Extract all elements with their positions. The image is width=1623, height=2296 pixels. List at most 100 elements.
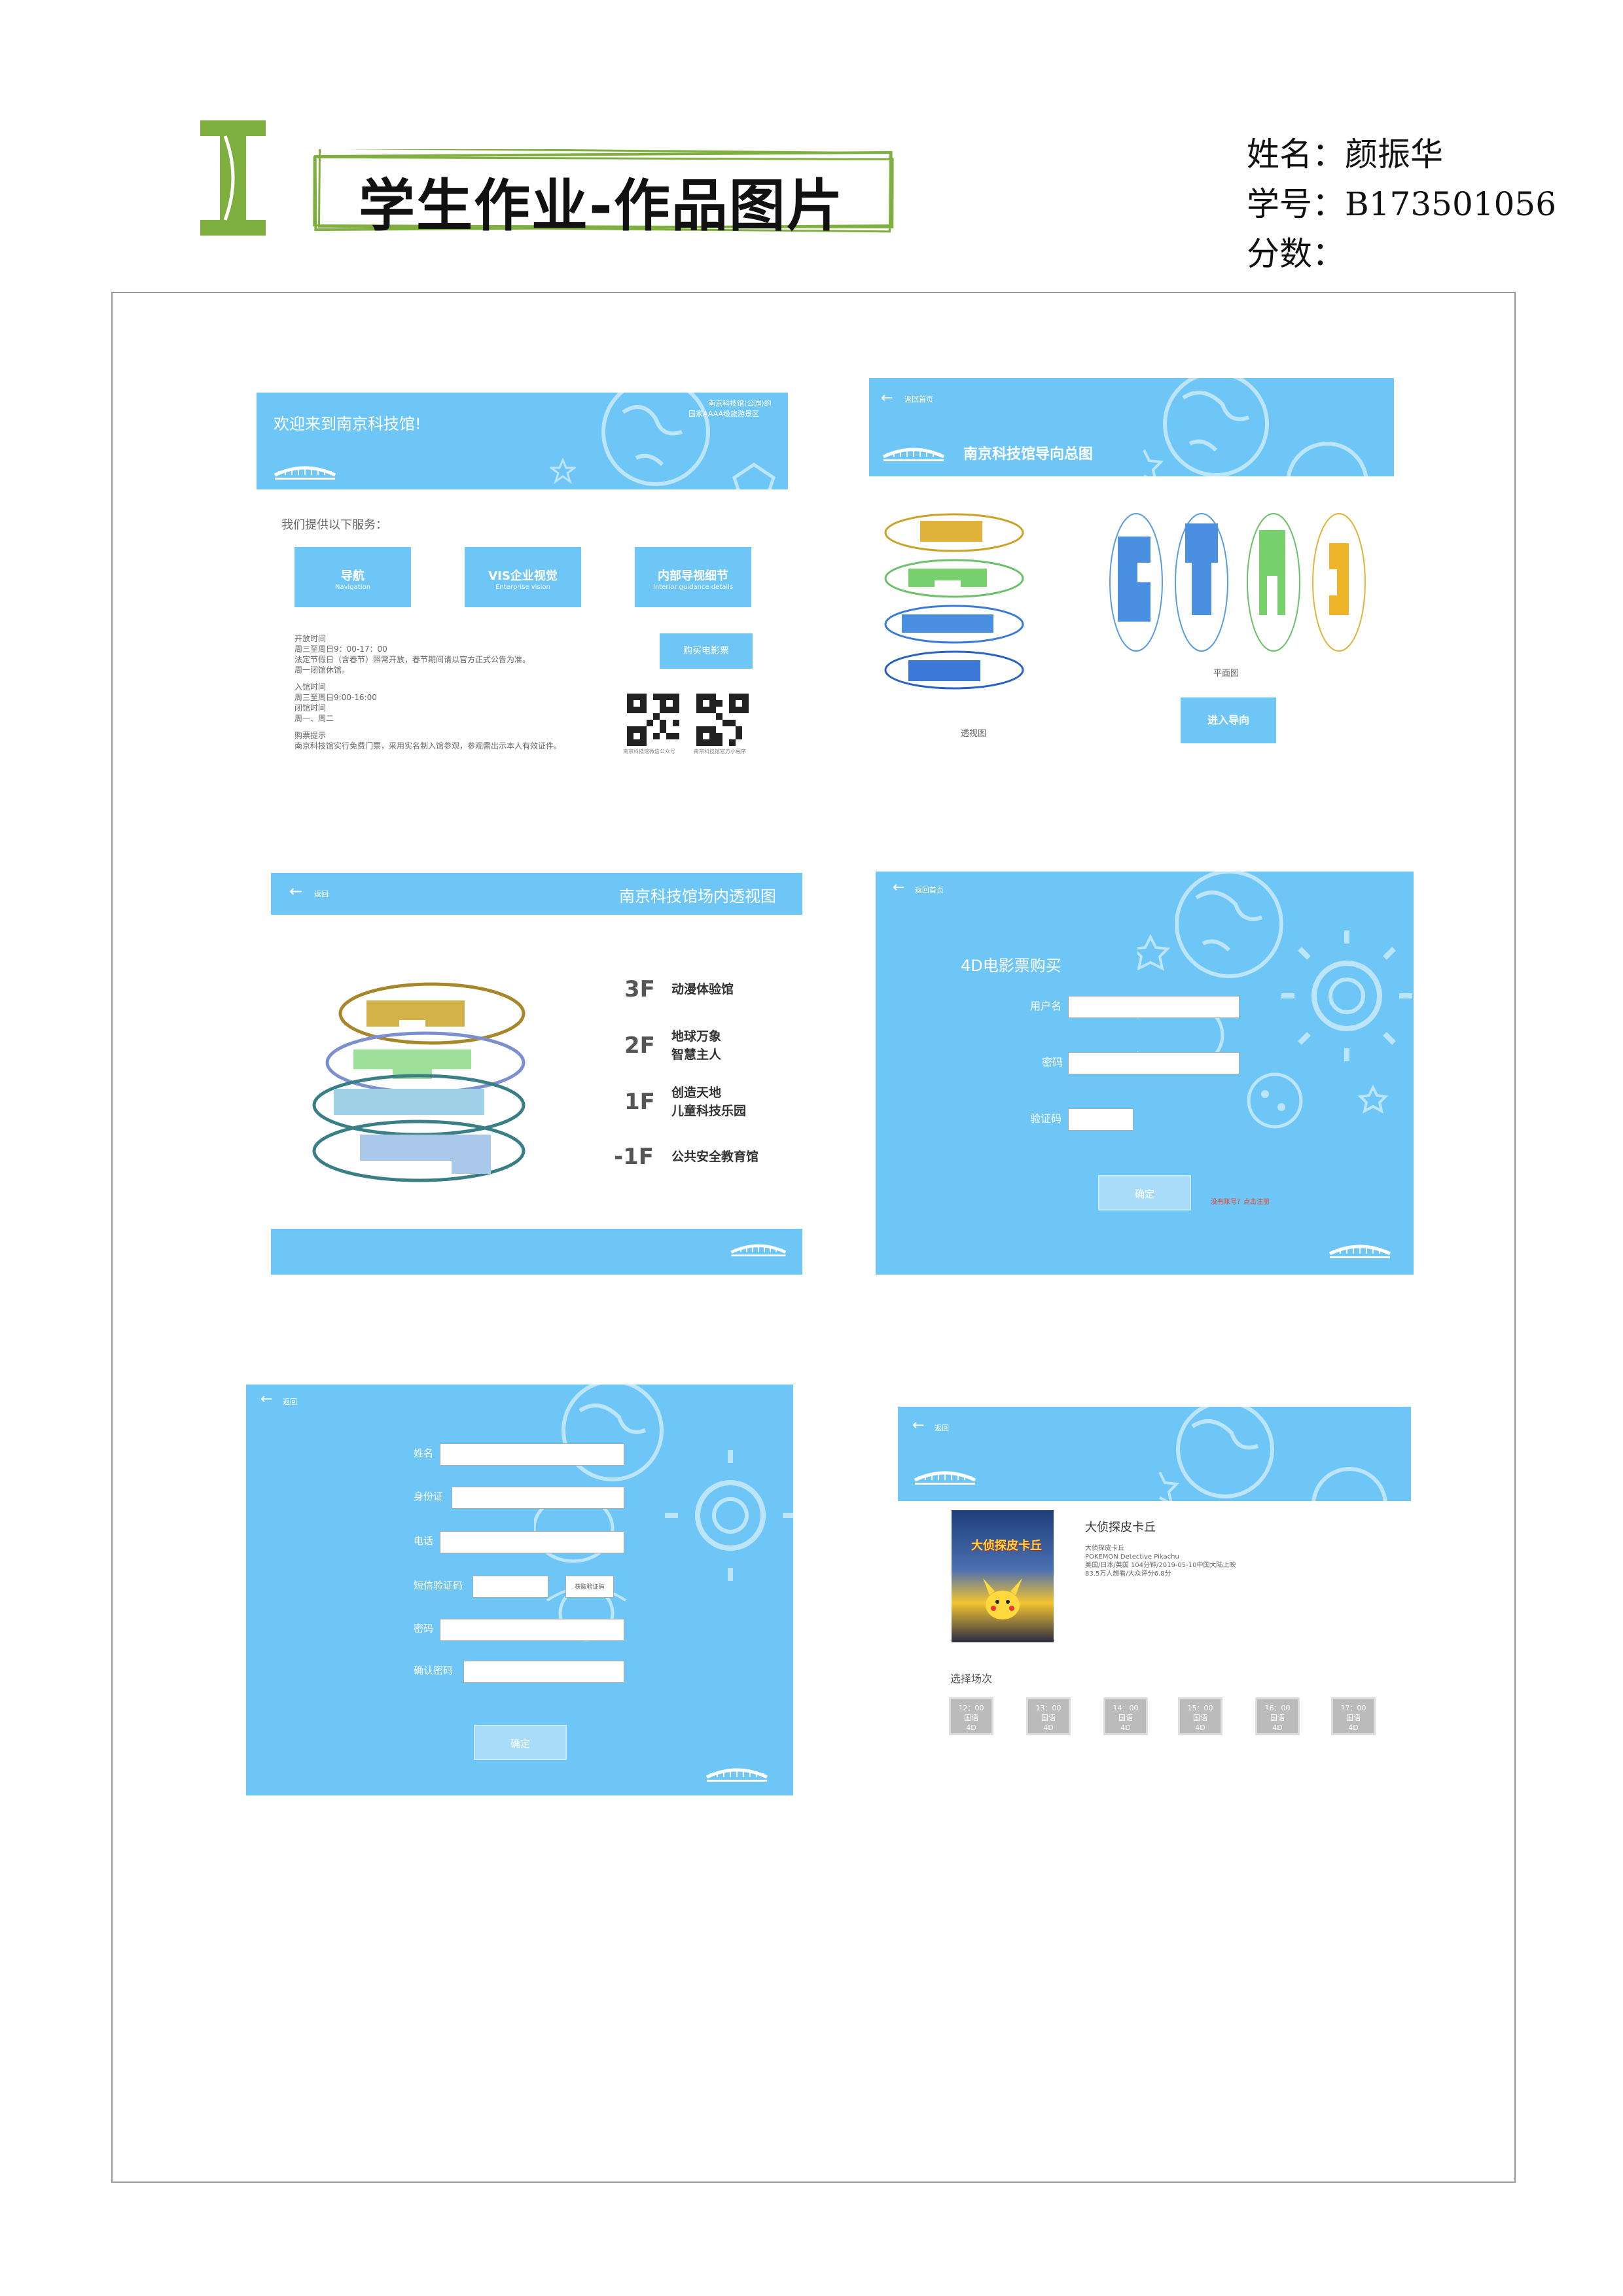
museum-logo-icon (705, 1768, 768, 1782)
interior-button-en: Interior guidance details (652, 584, 734, 591)
enterprise-vision-button[interactable]: VIS企业视觉 Enterprise vision (465, 547, 581, 607)
session-lang: 国语 (1118, 1714, 1133, 1722)
museum-logo-icon (274, 466, 336, 480)
confirm-button[interactable]: 确定 (1098, 1175, 1191, 1210)
username-input[interactable] (1068, 996, 1240, 1018)
perspective-footer (271, 1229, 802, 1275)
museum-logo-icon (1329, 1245, 1391, 1258)
movie-info: 大侦探皮卡丘 POKEMON Detective Pikachu 美国/日本/英… (1085, 1544, 1281, 1578)
corner-text-2: 国家AAAA级旅游景区 (688, 410, 760, 418)
floor-desc: 公共安全教育馆 (671, 1150, 759, 1164)
session-slot[interactable]: 17：00 国语 4D (1331, 1697, 1376, 1735)
museum-logo-icon (730, 1244, 787, 1257)
session-lang: 国语 (964, 1714, 978, 1722)
floor-desc: 智慧主人 (671, 1048, 722, 1062)
session-format: 4D (1195, 1723, 1205, 1732)
session-slot[interactable]: 15：00 国语 4D (1178, 1697, 1222, 1735)
student-name: 姓名：颜振华 (1247, 135, 1443, 173)
floor-desc: 儿童科技乐园 (671, 1104, 747, 1118)
opening-info: 开放时间 周三至周日9：00-17：00 法定节假日（含春节）照常开放，春节期间… (294, 633, 582, 751)
interior-guidance-button[interactable]: 内部导视细节 Interior guidance details (635, 547, 751, 607)
idcard-input[interactable] (452, 1487, 624, 1509)
back-link[interactable]: 返回首页 (904, 394, 933, 404)
globe-icon (1143, 378, 1368, 476)
session-format: 4D (1043, 1723, 1054, 1732)
session-slot[interactable]: 13：00 国语 4D (1026, 1697, 1071, 1735)
perspective-title: 南京科技馆场内透视图 (619, 887, 776, 906)
session-lang: 国语 (1270, 1714, 1285, 1722)
qr-code-icon (627, 694, 679, 746)
back-arrow-icon[interactable]: ← (893, 879, 904, 896)
poster-title: 大侦探皮卡丘 (971, 1539, 1042, 1553)
session-format: 4D (1272, 1723, 1283, 1732)
navigation-button-en: Navigation (335, 584, 370, 591)
perspective-caption: 透视图 (961, 729, 987, 739)
welcome-text: 欢迎来到南京科技馆! (274, 415, 421, 433)
qr-code-icon (696, 694, 749, 746)
vis-button-en: Enterprise vision (495, 584, 550, 591)
screen-register: ← 返回 姓名 身份证 电话 短信验证码 获取验证码 密码 确认密码 确定 (246, 1385, 793, 1795)
session-time: 17：00 (1340, 1704, 1366, 1712)
captcha-input[interactable] (1068, 1108, 1133, 1131)
interior-button-cn: 内部导视细节 (658, 569, 728, 583)
back-link[interactable]: 返回 (283, 1396, 297, 1407)
qr-caption-2: 南京科技馆官方小程序 (694, 749, 746, 754)
vis-button-cn: VIS企业视觉 (488, 569, 558, 583)
screen-perspective-view: ← 返回 南京科技馆场内透视图 3F 动漫体验馆 2F 地球万象 智慧主人 1F… (271, 873, 802, 1275)
movie-title: 大侦探皮卡丘 (1085, 1521, 1156, 1534)
screen-ticket-login: ← 返回首页 4D电影票购买 用户名 密码 验证码 确定 没有账号？点击注册 (876, 872, 1414, 1275)
session-slot[interactable]: 14：00 国语 4D (1103, 1697, 1148, 1735)
info-line: 闭馆时间 (294, 703, 327, 713)
perspective-header: ← 返回 南京科技馆场内透视图 (271, 873, 802, 915)
back-link[interactable]: 返回首页 (915, 885, 944, 895)
session-slot[interactable]: 16：00 国语 4D (1255, 1697, 1300, 1735)
info-line: 购票提示 (294, 731, 327, 740)
back-arrow-icon[interactable]: ← (260, 1391, 272, 1407)
phone-input[interactable] (440, 1531, 624, 1553)
star-icon (550, 458, 576, 484)
confirm-button[interactable]: 确定 (474, 1725, 567, 1760)
floor-level: -1F (614, 1144, 654, 1170)
session-time: 16：00 (1264, 1704, 1291, 1712)
back-arrow-icon[interactable]: ← (881, 390, 893, 406)
floor-desc: 动漫体验馆 (671, 982, 734, 997)
session-lang: 国语 (1346, 1714, 1361, 1722)
page-title: 学生作业-作品图片 (359, 173, 844, 239)
back-link[interactable]: 返回 (935, 1422, 949, 1433)
info-line: 周三至周日9:00-16:00 (294, 693, 377, 702)
idcard-label: 身份证 (414, 1491, 444, 1502)
back-link[interactable]: 返回 (314, 889, 329, 899)
back-arrow-icon[interactable]: ← (289, 882, 302, 900)
movie-poster: 大侦探皮卡丘 (952, 1510, 1054, 1642)
name-input[interactable] (440, 1443, 624, 1466)
info-line: 南京科技馆实行免费门票，采用实名制入馆参观，参观需出示本人有效证件。 (294, 741, 562, 751)
buy-ticket-button[interactable]: 购买电影票 (660, 633, 753, 669)
back-arrow-icon[interactable]: ← (912, 1417, 924, 1434)
info-line: 开放时间 (294, 634, 327, 643)
session-format: 4D (966, 1723, 976, 1732)
navigation-button[interactable]: 导航 Navigation (294, 547, 411, 607)
info-line (294, 724, 582, 730)
info-line: 法定节假日（含春节）照常开放，春节期间请以官方正式公告为准。 (294, 655, 531, 664)
perspective-map-icon (884, 513, 1024, 690)
enter-guide-button[interactable]: 进入导向 (1181, 698, 1276, 743)
confirm-password-input[interactable] (463, 1661, 624, 1683)
register-hint-link[interactable]: 没有账号？点击注册 (1211, 1196, 1270, 1206)
password-input[interactable] (1068, 1052, 1240, 1074)
session-lang: 国语 (1041, 1714, 1056, 1722)
info-line: 周三至周日9：00-17：00 (294, 645, 387, 654)
username-label: 用户名 (1030, 1000, 1062, 1012)
session-slot[interactable]: 12：00 国语 4D (949, 1697, 993, 1735)
info-line: 周一闭馆休馆。 (294, 665, 350, 675)
session-time: 14：00 (1113, 1704, 1139, 1712)
password-label: 密码 (414, 1623, 434, 1634)
corner-text-1: 南京科技馆(公园)的 (708, 399, 772, 408)
sms-code-input[interactable] (473, 1576, 548, 1598)
info-line: 入馆时间 (294, 682, 327, 692)
student-id: 学号：B173501056 (1247, 185, 1557, 223)
get-code-button[interactable]: 获取验证码 (565, 1576, 614, 1598)
floor-plan-icon (1109, 513, 1366, 652)
password-input[interactable] (440, 1619, 624, 1641)
plan-caption: 平面图 (1213, 669, 1240, 679)
letter-i-logo (200, 120, 266, 236)
